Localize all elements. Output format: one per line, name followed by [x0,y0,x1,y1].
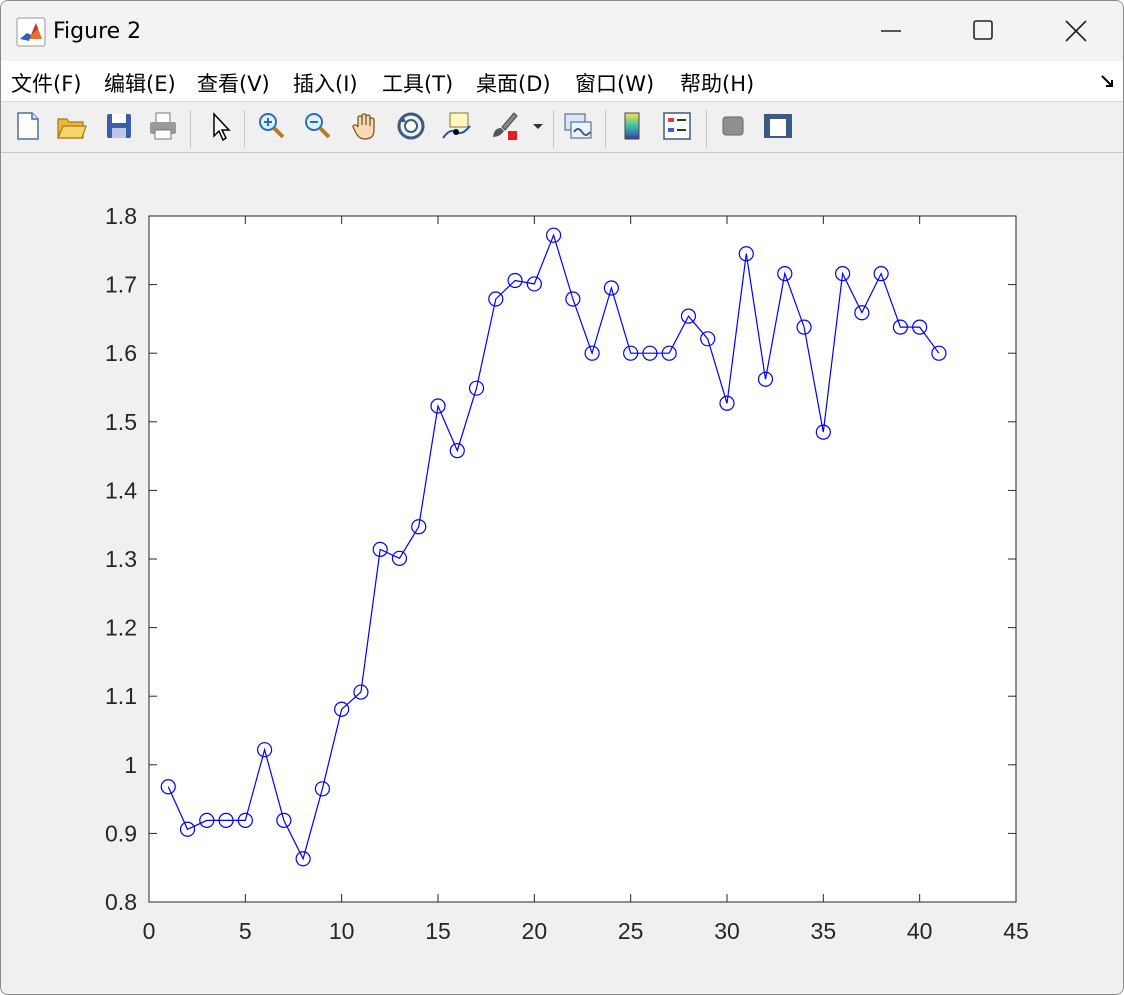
save-icon [107,114,131,138]
brush-icon [493,112,518,140]
y-tick-label: 1.3 [105,546,137,572]
legend-button[interactable] [659,108,695,144]
toolbar-separator [190,110,191,148]
x-tick-label: 35 [811,918,837,944]
axes-background [148,215,1017,903]
x-tick-label: 10 [329,918,355,944]
x-tick-labels: 0 5 10 15 20 25 30 35 40 45 [143,918,1029,944]
menu-insert[interactable]: 插入(I) [293,68,358,98]
legend-icon [663,112,691,140]
data-cursor-button[interactable] [438,108,474,144]
minimize-button[interactable] [845,1,939,61]
hide-plot-tools-button[interactable] [715,108,751,144]
toolbar-separator [244,110,245,148]
new-figure-icon [17,112,39,140]
x-tick-label: 40 [907,918,933,944]
toolbar-separator [605,110,606,148]
zoom-in-icon [259,113,285,139]
figure-toolbar [1,101,1123,153]
rotate-3d-icon [397,112,425,140]
hide-plot-tools-icon [722,116,744,136]
show-plot-tools-button[interactable] [760,108,796,144]
x-tick-label: 20 [522,918,548,944]
y-tick-label: 1.1 [105,683,137,709]
figure-canvas: 0 5 10 15 20 25 30 35 40 45 0.8 0.9 1 1.1 1.2 1.3 1.4 1.… [1,153,1123,994]
x-tick-label: 25 [618,918,644,944]
y-tick-label: 0.8 [105,889,137,915]
toolbar-separator [553,110,554,148]
line-plot[interactable]: 0 5 10 15 20 25 30 35 40 45 0.8 0.9 1 1.1 1.2 1.3 1.4 1.… [1,153,1123,994]
y-tick-label: 1.5 [105,409,137,435]
figure-window: Figure 2 文件(F) 编辑(E) 查看(V) 插入(I) 工具(T) 桌… [0,0,1124,995]
zoom-in-button[interactable] [253,108,289,144]
y-tick-label: 1.4 [105,477,137,503]
link-plot-button[interactable] [560,108,596,144]
rotate-3d-button[interactable] [393,108,429,144]
save-button[interactable] [101,108,137,144]
edit-plot-button[interactable] [202,108,238,144]
y-tick-labels: 0.8 0.9 1 1.1 1.2 1.3 1.4 1.5 1.6 1.7 1.8 [105,203,137,915]
menu-window[interactable]: 窗口(W) [575,68,654,98]
minimize-icon [881,30,901,32]
menu-bar: 文件(F) 编辑(E) 查看(V) 插入(I) 工具(T) 桌面(D) 窗口(W… [1,61,1123,101]
y-tick-label: 1.6 [105,340,137,366]
print-icon [150,112,176,140]
data-cursor-icon [442,112,471,139]
close-button[interactable] [1029,1,1123,61]
matlab-logo-icon [16,17,46,47]
y-tick-label: 1.8 [105,203,137,229]
menu-desktop[interactable]: 桌面(D) [476,68,551,98]
x-tick-label: 45 [1003,918,1029,944]
menu-tools[interactable]: 工具(T) [382,68,453,98]
x-tick-label: 15 [425,918,451,944]
y-tick-label: 1.7 [105,272,137,298]
x-tick-label: 30 [714,918,740,944]
window-title: Figure 2 [53,19,142,44]
close-icon [1065,20,1087,42]
print-button[interactable] [145,108,181,144]
edit-plot-arrow-icon [213,112,231,142]
pan-hand-icon [352,113,375,140]
menu-edit[interactable]: 编辑(E) [104,68,176,98]
menu-help[interactable]: 帮助(H) [680,68,754,98]
maximize-button[interactable] [937,1,1031,61]
y-tick-label: 0.9 [105,820,137,846]
show-plot-tools-icon [764,114,792,138]
x-tick-label: 0 [143,918,156,944]
colorbar-icon [624,112,640,140]
zoom-out-button[interactable] [299,108,335,144]
brush-button[interactable] [486,108,522,144]
title-bar[interactable]: Figure 2 [1,1,1123,61]
zoom-out-icon [305,113,331,139]
menu-view[interactable]: 查看(V) [197,68,270,98]
y-tick-label: 1.2 [105,615,137,641]
open-file-icon [57,118,87,139]
pan-button[interactable] [347,108,383,144]
colorbar-button[interactable] [614,108,650,144]
menu-file[interactable]: 文件(F) [11,68,81,98]
y-tick-label: 1 [124,752,137,778]
brush-dropdown-button[interactable] [528,108,548,144]
dock-figure-icon[interactable] [1098,72,1118,92]
maximize-icon [973,20,993,40]
chevron-down-icon [533,124,543,129]
x-tick-label: 5 [239,918,252,944]
open-file-button[interactable] [53,108,89,144]
toolbar-separator [706,110,707,148]
new-figure-button[interactable] [9,108,45,144]
link-plot-icon [564,113,592,139]
